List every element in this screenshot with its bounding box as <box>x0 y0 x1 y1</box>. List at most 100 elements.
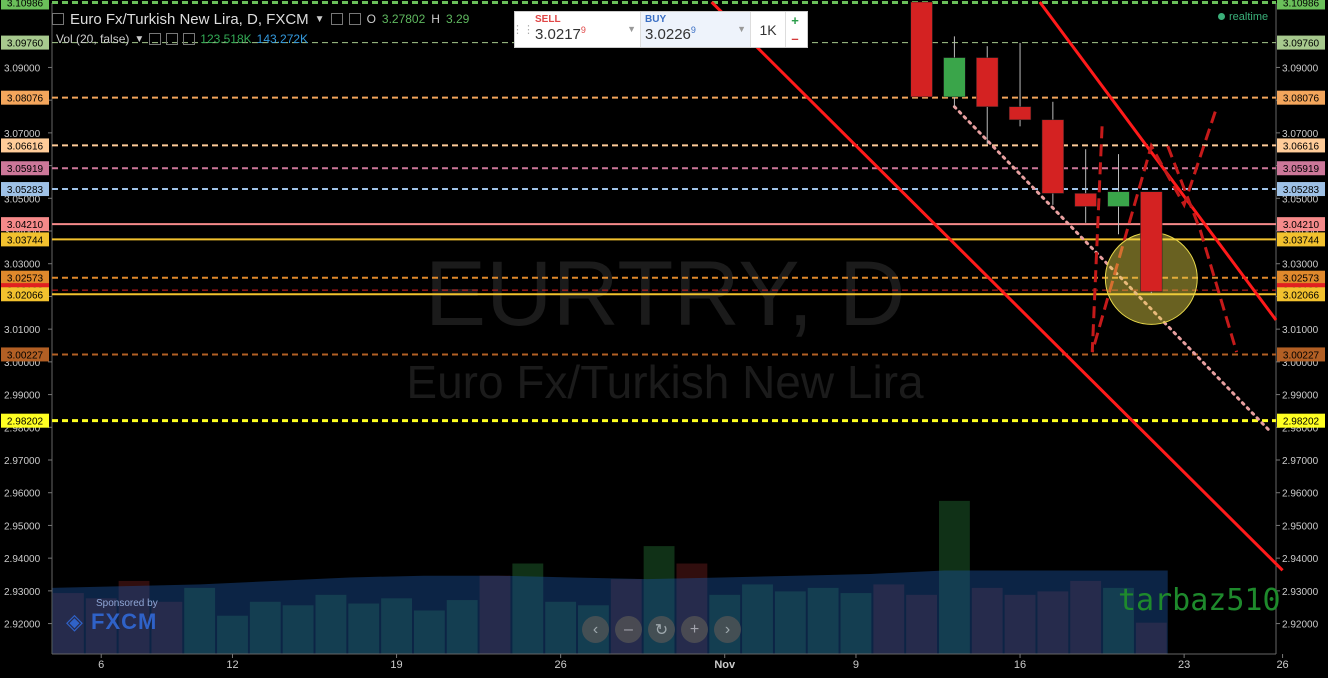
y-tick-label-left: 3.03000 <box>4 260 41 271</box>
x-tick-label: 26 <box>1276 659 1288 671</box>
collapse-icon[interactable] <box>52 13 64 25</box>
chart-nav-controls: ‹ – ↻ + › <box>582 616 741 643</box>
candle-bear <box>1041 119 1064 194</box>
eye-icon[interactable] <box>149 33 162 45</box>
zoom-in-button[interactable]: + <box>681 616 708 643</box>
candle-bear <box>1008 106 1032 121</box>
symbol-title[interactable]: Euro Fx/Turkish New Lira, D, FXCM <box>70 11 309 28</box>
sponsor-label: Sponsored by <box>96 598 158 609</box>
price-level-label-left: 2.98202 <box>7 417 44 428</box>
y-tick-label-left: 2.96000 <box>4 489 41 500</box>
price-level-label-left: 3.10986 <box>7 0 44 9</box>
candle-bear <box>1074 193 1097 207</box>
fxcm-logo: ◈ FXCM <box>66 609 158 634</box>
y-tick-label-right: 2.94000 <box>1282 554 1319 565</box>
price-level-label-left: 3.02573 <box>7 274 44 285</box>
price-level-label-right: 3.02573 <box>1283 274 1320 285</box>
settings-icon[interactable] <box>330 13 343 25</box>
volume-label[interactable]: Vol (20, false) <box>56 32 129 46</box>
price-level-label-right: 3.05283 <box>1283 185 1320 196</box>
y-tick-label-right: 2.92000 <box>1282 620 1319 631</box>
close-icon[interactable] <box>183 33 196 45</box>
price-level-label-right: 3.04210 <box>1283 220 1320 231</box>
y-tick-label-right: 3.03000 <box>1282 260 1319 271</box>
price-chart[interactable]: EURTRY, D Euro Fx/Turkish New Lira 2.920… <box>0 0 1328 678</box>
y-tick-label-right: 3.07000 <box>1282 129 1319 140</box>
sell-price-pip: 9 <box>580 25 586 35</box>
x-tick-label: 23 <box>1178 659 1190 671</box>
chevron-down-icon[interactable]: ▼ <box>134 34 144 45</box>
price-level-label-right: 3.00227 <box>1283 350 1320 361</box>
watermark-subtitle: Euro Fx/Turkish New Lira <box>406 356 924 408</box>
realtime-label: realtime <box>1229 11 1269 23</box>
buy-button[interactable]: BUY 3.02269 ▼ <box>641 12 751 47</box>
y-tick-label-left: 2.99000 <box>4 391 41 402</box>
price-level-label-right: 3.03744 <box>1283 235 1320 246</box>
y-tick-label-right: 2.93000 <box>1282 587 1319 598</box>
price-level-label-right: 3.09760 <box>1283 39 1320 50</box>
y-tick-label-right: 2.95000 <box>1282 521 1319 532</box>
x-tick-label: 6 <box>98 659 104 671</box>
price-level-label-left: 3.08076 <box>7 94 44 105</box>
x-tick-label: 26 <box>555 659 567 671</box>
reset-button[interactable]: ↻ <box>648 616 675 643</box>
realtime-indicator: realtime <box>1218 11 1268 23</box>
x-tick-label: 12 <box>226 659 238 671</box>
price-level-label-left: 3.06616 <box>7 141 44 152</box>
sell-price-main: 3.0217 <box>535 26 581 43</box>
ohlc-open-key: O <box>366 12 376 26</box>
y-tick-label-left: 2.95000 <box>4 521 41 532</box>
y-tick-label-right: 2.96000 <box>1282 489 1319 500</box>
candle-bear <box>976 57 999 107</box>
candle-bear <box>1140 191 1163 292</box>
candle-bear <box>910 1 933 98</box>
chevron-down-icon[interactable]: ▼ <box>315 14 325 25</box>
buy-price: 3.02269 <box>645 25 746 43</box>
price-level-label-right: 3.06616 <box>1283 141 1320 152</box>
symbol-header: Euro Fx/Turkish New Lira, D, FXCM ▼ O 3.… <box>52 9 469 29</box>
ohlc-high-value: 3.29 <box>445 12 470 26</box>
drag-handle-icon[interactable]: ⋮⋮ <box>512 12 534 47</box>
minus-icon[interactable]: – <box>791 31 798 46</box>
candle-bull <box>943 57 966 98</box>
status-dot-icon <box>1218 13 1225 20</box>
y-tick-label-left: 2.93000 <box>4 587 41 598</box>
buy-label: BUY <box>645 14 667 25</box>
x-tick-label: 16 <box>1014 659 1026 671</box>
price-level-label-left: 3.02066 <box>7 290 44 301</box>
plus-icon[interactable]: + <box>791 13 799 28</box>
scroll-left-button[interactable]: ‹ <box>582 616 609 643</box>
y-tick-label-left: 3.01000 <box>4 325 41 336</box>
zoom-out-button[interactable]: – <box>615 616 642 643</box>
y-tick-label-right: 3.01000 <box>1282 325 1319 336</box>
chevron-down-icon[interactable]: ▼ <box>627 24 636 34</box>
settings-icon[interactable] <box>166 33 179 45</box>
sell-button[interactable]: SELL 3.02179 ▼ <box>531 12 641 47</box>
price-level-label-left: 3.00227 <box>7 350 44 361</box>
sell-label: SELL <box>535 14 561 25</box>
author-watermark: tarbaz510 <box>1118 583 1281 618</box>
price-level-label-left: 3.05283 <box>7 185 44 196</box>
price-level-label-left: 3.04210 <box>7 220 44 231</box>
price-level-label-right: 3.08076 <box>1283 94 1320 105</box>
price-level-label-left: 3.05919 <box>7 164 44 175</box>
price-level-label-right: 3.10986 <box>1283 0 1320 9</box>
y-tick-label-left: 2.92000 <box>4 620 41 631</box>
sponsor-logo[interactable]: Sponsored by ◈ FXCM <box>66 598 158 635</box>
eye-icon[interactable] <box>348 13 361 25</box>
volume-header: Vol (20, false) ▼ 123.518K 143.272K <box>56 31 308 47</box>
scroll-right-button[interactable]: › <box>714 616 741 643</box>
x-tick-label: 9 <box>853 659 859 671</box>
x-tick-label: Nov <box>714 659 736 671</box>
y-tick-label-left: 2.94000 <box>4 554 41 565</box>
price-level-label-right: 3.05919 <box>1283 164 1320 175</box>
candle-bull <box>1107 191 1130 207</box>
y-tick-label-left: 3.07000 <box>4 129 41 140</box>
chevron-down-icon[interactable]: ▼ <box>737 24 746 34</box>
price-level-label-right: 3.02066 <box>1283 290 1320 301</box>
y-tick-label-right: 3.09000 <box>1282 63 1319 74</box>
price-level-label-left: 3.03744 <box>7 235 44 246</box>
price-level-label-left: 3.09760 <box>7 39 44 50</box>
trade-panel: ⋮⋮ SELL 3.02179 ▼ BUY 3.02269 ▼ 1K + – <box>512 11 808 48</box>
quantity-field[interactable]: 1K <box>751 12 786 47</box>
